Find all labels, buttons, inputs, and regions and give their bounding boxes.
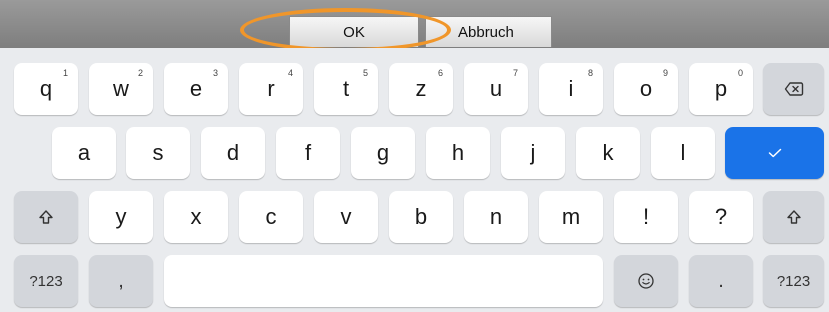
key-m[interactable]: m <box>539 191 603 243</box>
key-b[interactable]: b <box>389 191 453 243</box>
key-label: v <box>340 204 352 229</box>
key-label: c <box>265 204 277 229</box>
key-a[interactable]: a <box>52 127 116 179</box>
key-hint: 2 <box>137 68 143 78</box>
key-z[interactable]: z 6 <box>389 63 453 115</box>
period-key[interactable]: . <box>689 255 753 307</box>
key-label: ?123 <box>29 272 63 290</box>
key-f[interactable]: f <box>276 127 340 179</box>
shift-key-left[interactable] <box>14 191 78 243</box>
key-label: i <box>568 76 574 101</box>
checkmark-icon <box>768 148 782 158</box>
key-label: y <box>115 204 127 229</box>
key-label: r <box>267 76 275 101</box>
comma-key[interactable]: , <box>89 255 153 307</box>
enter-key[interactable] <box>725 127 824 179</box>
shift-key-right[interactable] <box>763 191 824 243</box>
key-l[interactable]: l <box>651 127 715 179</box>
emoji-icon <box>637 272 655 290</box>
key-hint: 4 <box>287 68 293 78</box>
key-label: s <box>152 140 164 165</box>
key-label: n <box>489 204 503 229</box>
key-label: m <box>561 204 581 229</box>
key-question[interactable]: ? <box>689 191 753 243</box>
key-label: k <box>602 140 614 165</box>
key-hint: 7 <box>512 68 518 78</box>
key-i[interactable]: i 8 <box>539 63 603 115</box>
key-t[interactable]: t 5 <box>314 63 378 115</box>
symbols-key-left[interactable]: ?123 <box>14 255 78 307</box>
ok-button[interactable]: OK <box>289 16 419 47</box>
key-hint: 1 <box>62 68 68 78</box>
key-label: e <box>189 76 203 101</box>
key-label: j <box>530 140 536 165</box>
key-hint: 6 <box>437 68 443 78</box>
backspace-icon <box>784 81 804 97</box>
key-r[interactable]: r 4 <box>239 63 303 115</box>
shift-icon <box>786 209 802 225</box>
shift-icon <box>38 209 54 225</box>
key-hint: 3 <box>212 68 218 78</box>
key-label: p <box>714 76 728 101</box>
key-o[interactable]: o 9 <box>614 63 678 115</box>
key-label: h <box>451 140 465 165</box>
symbols-key-right[interactable]: ?123 <box>763 255 824 307</box>
key-g[interactable]: g <box>351 127 415 179</box>
key-label: u <box>489 76 503 101</box>
key-y[interactable]: y <box>89 191 153 243</box>
key-hint: 8 <box>587 68 593 78</box>
key-label: o <box>639 76 653 101</box>
key-label: ?123 <box>776 272 811 290</box>
key-k[interactable]: k <box>576 127 640 179</box>
key-label: f <box>304 140 312 165</box>
key-w[interactable]: w 2 <box>89 63 153 115</box>
key-u[interactable]: u 7 <box>464 63 528 115</box>
key-label: , <box>118 269 124 292</box>
key-x[interactable]: x <box>164 191 228 243</box>
key-d[interactable]: d <box>201 127 265 179</box>
space-key[interactable] <box>164 255 603 307</box>
key-label: ? <box>714 204 728 229</box>
key-s[interactable]: s <box>126 127 190 179</box>
key-label: w <box>113 76 129 101</box>
key-label: . <box>718 269 724 292</box>
key-n[interactable]: n <box>464 191 528 243</box>
key-v[interactable]: v <box>314 191 378 243</box>
key-label: g <box>376 140 390 165</box>
key-q[interactable]: q 1 <box>14 63 78 115</box>
key-label: d <box>226 140 240 165</box>
key-label: ! <box>642 204 650 229</box>
key-exclamation[interactable]: ! <box>614 191 678 243</box>
key-label: b <box>414 204 428 229</box>
keyboard-toolbar: OK Abbruch <box>0 0 829 49</box>
on-screen-keyboard: q 1 w 2 e 3 r 4 t 5 z 6 u 7 i 8 o 9 p 0 <box>0 48 829 312</box>
key-label: q <box>39 76 53 101</box>
key-label: z <box>415 76 427 101</box>
backspace-key[interactable] <box>763 63 824 115</box>
key-hint: 5 <box>362 68 368 78</box>
emoji-key[interactable] <box>614 255 678 307</box>
key-c[interactable]: c <box>239 191 303 243</box>
key-label: x <box>190 204 202 229</box>
key-label: l <box>680 140 686 165</box>
key-e[interactable]: e 3 <box>164 63 228 115</box>
key-label: a <box>77 140 91 165</box>
key-hint: 0 <box>737 68 743 78</box>
cancel-button[interactable]: Abbruch <box>425 16 552 47</box>
key-p[interactable]: p 0 <box>689 63 753 115</box>
key-j[interactable]: j <box>501 127 565 179</box>
key-hint: 9 <box>662 68 668 78</box>
key-h[interactable]: h <box>426 127 490 179</box>
key-label: t <box>342 76 350 101</box>
